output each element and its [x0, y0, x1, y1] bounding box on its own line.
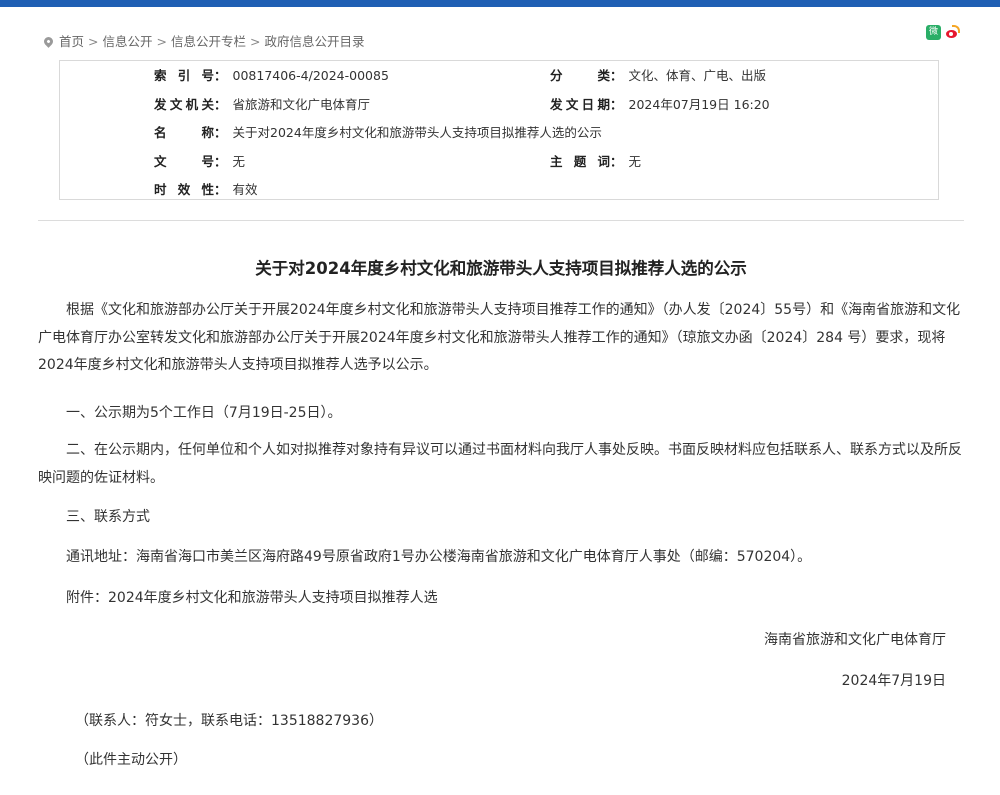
- location-pin-icon: [42, 35, 55, 48]
- disclosure-note: （此件主动公开）: [75, 752, 187, 768]
- contact-person: （联系人：符女士，联系电话：13518827936）: [75, 713, 383, 729]
- meta-category: 分 类： 文化、体育、广电、出版: [550, 68, 767, 83]
- content-page: 首页 > 信息公开 > 信息公开专栏 > 政府信息公开目录 微 索 引 号： 00817406…: [18, 7, 982, 795]
- meta-name: 名 称： 关于对2024年度乡村文化和旅游带头人支持项目拟推荐人选的公示: [154, 125, 602, 140]
- breadcrumb-separator: >: [156, 34, 167, 49]
- meta-date: 发文日期： 2024年07月19日 16:20: [550, 97, 770, 112]
- meta-issuer-value: 省旅游和文化广电体育厅: [232, 97, 371, 112]
- signature-org: 海南省旅游和文化广电体育厅: [764, 632, 946, 648]
- meta-date-value: 2024年07月19日 16:20: [628, 97, 770, 112]
- article-paragraph-1: 根据《文化和旅游部办公厅关于开展2024年度乡村文化和旅游带头人支持项目推荐工作…: [38, 302, 961, 373]
- contact-address: 通讯地址：海南省海口市美兰区海府路49号原省政府1号办公楼海南省旅游和文化广电体…: [66, 549, 812, 565]
- weibo-icon[interactable]: [945, 25, 960, 40]
- meta-keyword: 主 题 词：无: [550, 154, 642, 169]
- breadcrumb-info-open[interactable]: 信息公开: [103, 34, 153, 49]
- article-item-2: 二、在公示期内，任何单位和个人如对拟推荐对象持有异议可以通过书面材料向我厅人事处…: [38, 442, 962, 486]
- signature-date: 2024年7月19日: [841, 673, 946, 689]
- meta-validity: 时 效 性： 有效: [154, 182, 258, 197]
- article-item-3: 三、联系方式: [66, 509, 150, 525]
- attachment-link[interactable]: 附件：2024年度乡村文化和旅游带头人支持项目拟推荐人选: [38, 585, 964, 613]
- meta-index-value: 00817406-4/2024-00085: [232, 68, 389, 83]
- breadcrumb: 首页 > 信息公开 > 信息公开专栏 > 政府信息公开目录: [42, 34, 365, 50]
- document-metadata-table: 索 引 号： 00817406-4/2024-00085 分 类： 文化、体育、广电…: [59, 60, 939, 200]
- article-title: 关于对2024年度乡村文化和旅游带头人支持项目拟推荐人选的公示: [255, 259, 747, 278]
- meta-validity-value: 有效: [232, 182, 258, 197]
- meta-name-value: 关于对2024年度乡村文化和旅游带头人支持项目拟推荐人选的公示: [232, 125, 602, 140]
- top-accent-bar: [0, 0, 1000, 7]
- meta-docno-value: 无: [232, 154, 246, 169]
- meta-keyword-value: 无: [628, 154, 642, 169]
- wechat-icon[interactable]: 微: [926, 25, 941, 40]
- breadcrumb-separator: >: [250, 34, 261, 49]
- meta-issuer: 发文机关： 省旅游和文化广电体育厅: [154, 97, 371, 112]
- meta-index: 索 引 号： 00817406-4/2024-00085: [154, 68, 389, 83]
- article-item-1: 一、公示期为5个工作日（7月19日-25日）。: [66, 405, 342, 421]
- divider: [38, 220, 964, 221]
- breadcrumb-info-column[interactable]: 信息公开专栏: [171, 34, 246, 49]
- meta-category-value: 文化、体育、广电、出版: [628, 68, 767, 83]
- breadcrumb-separator: >: [88, 34, 99, 49]
- breadcrumb-catalog[interactable]: 政府信息公开目录: [265, 34, 365, 49]
- breadcrumb-home[interactable]: 首页: [59, 34, 84, 49]
- share-bar: 微: [926, 25, 960, 40]
- meta-docno: 文 号：无: [154, 154, 246, 169]
